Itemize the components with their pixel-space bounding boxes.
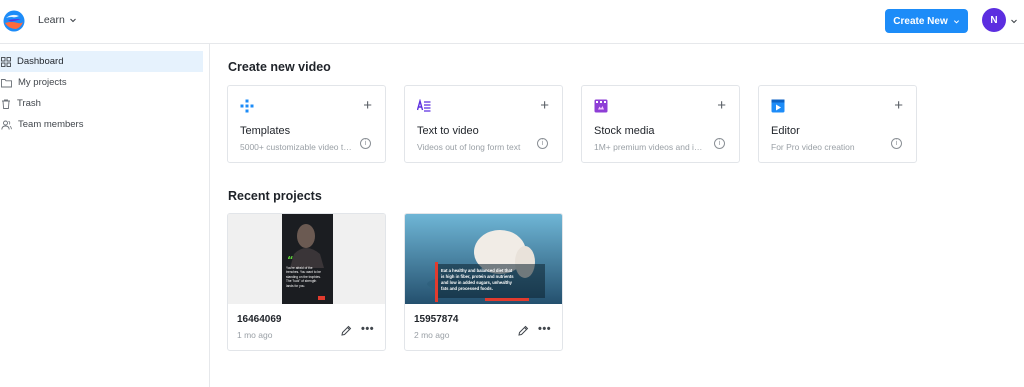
- project-card[interactable]: “ You're afraid of the trenches. You wan…: [227, 213, 386, 351]
- project-date: 2 mo ago: [414, 330, 450, 340]
- card-description: 5000+ customizable video templates: [240, 142, 352, 152]
- stock-media-icon: [594, 99, 608, 113]
- sidebar-item-my-projects[interactable]: My projects: [0, 72, 203, 93]
- project-name: 15957874: [414, 314, 459, 325]
- project-thumbnail[interactable]: Eat a healthy and balanced diet that is …: [405, 214, 562, 304]
- sidebar-item-label: Trash: [17, 98, 41, 109]
- sidebar-item-trash[interactable]: Trash: [0, 93, 203, 114]
- project-name: 16464069: [237, 314, 282, 325]
- templates-icon: [240, 99, 254, 113]
- info-icon[interactable]: i: [537, 138, 548, 149]
- text-to-video-icon: [417, 99, 431, 112]
- card-templates[interactable]: + Templates 5000+ customizable video tem…: [227, 85, 386, 163]
- project-thumbnail[interactable]: “ You're afraid of the trenches. You wan…: [228, 214, 385, 304]
- create-section-title: Create new video: [228, 60, 331, 74]
- card-title: Templates: [240, 125, 291, 137]
- thumbnail-caption: Eat a healthy and balanced diet that is …: [441, 268, 514, 291]
- pencil-icon[interactable]: [517, 325, 529, 337]
- sidebar: Dashboard My projects Trash Team members: [0, 44, 210, 387]
- plus-icon[interactable]: +: [540, 98, 549, 113]
- create-new-button[interactable]: Create New: [885, 9, 968, 33]
- recent-section-title: Recent projects: [228, 189, 322, 203]
- chevron-down-icon: [70, 18, 76, 23]
- grid-icon: [1, 56, 11, 67]
- create-new-label: Create New: [893, 15, 948, 27]
- sidebar-item-label: My projects: [18, 77, 67, 88]
- team-icon: [1, 120, 12, 130]
- card-title: Stock media: [594, 125, 655, 137]
- card-stock-media[interactable]: + Stock media 1M+ premium videos and ima…: [581, 85, 740, 163]
- card-description: Videos out of long form text: [417, 142, 521, 152]
- card-title: Text to video: [417, 125, 479, 137]
- card-title: Editor: [771, 125, 800, 137]
- sidebar-item-label: Dashboard: [17, 56, 64, 67]
- card-text-to-video[interactable]: + Text to video Videos out of long form …: [404, 85, 563, 163]
- app-logo-icon[interactable]: [2, 9, 26, 33]
- info-icon[interactable]: i: [714, 138, 725, 149]
- chevron-down-icon: [953, 19, 959, 23]
- pencil-icon[interactable]: [340, 325, 352, 337]
- learn-menu[interactable]: Learn: [38, 14, 77, 26]
- card-editor[interactable]: + Editor For Pro video creation i: [758, 85, 917, 163]
- more-options-icon[interactable]: •••: [538, 323, 551, 335]
- info-icon[interactable]: i: [891, 138, 902, 149]
- top-header: Learn Create New N: [0, 0, 1024, 44]
- sidebar-item-team-members[interactable]: Team members: [0, 114, 203, 135]
- editor-icon: [771, 99, 785, 113]
- project-thumbnail-image: “: [228, 214, 385, 304]
- more-options-icon[interactable]: •••: [361, 323, 374, 335]
- thumbnail-caption: You're afraid of the trenches. You want …: [286, 266, 321, 288]
- plus-icon[interactable]: +: [894, 98, 903, 113]
- info-icon[interactable]: i: [360, 138, 371, 149]
- plus-icon[interactable]: +: [717, 98, 726, 113]
- chevron-down-icon[interactable]: [1010, 17, 1018, 25]
- project-card[interactable]: Eat a healthy and balanced diet that is …: [404, 213, 563, 351]
- project-date: 1 mo ago: [237, 330, 273, 340]
- card-description: 1M+ premium videos and images: [594, 142, 706, 152]
- card-description: For Pro video creation: [771, 142, 855, 152]
- sidebar-item-label: Team members: [18, 119, 84, 130]
- trash-icon: [2, 99, 10, 109]
- user-avatar[interactable]: N: [982, 8, 1006, 32]
- sidebar-item-dashboard[interactable]: Dashboard: [0, 51, 203, 72]
- svg-text:“: “: [287, 255, 294, 266]
- folder-icon: [1, 78, 12, 87]
- plus-icon[interactable]: +: [363, 98, 372, 113]
- learn-label: Learn: [38, 14, 65, 26]
